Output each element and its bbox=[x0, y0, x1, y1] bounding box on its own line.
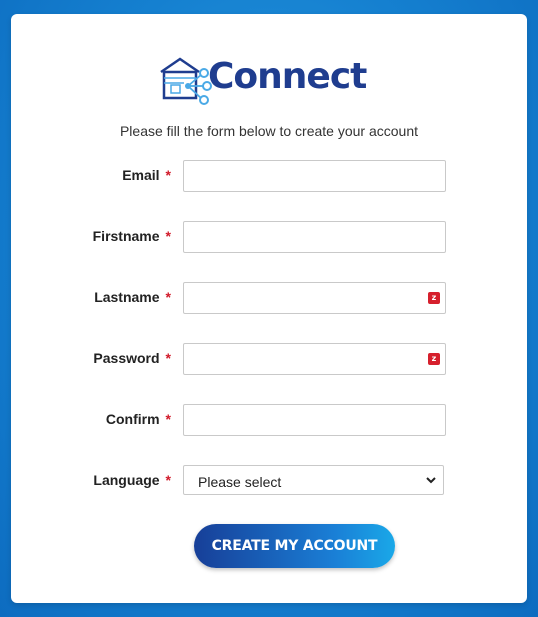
required-mark: * bbox=[165, 472, 171, 488]
firstname-row: Firstname * bbox=[11, 221, 527, 253]
email-label: Email * bbox=[122, 167, 171, 183]
language-selected-value: Please select bbox=[198, 474, 282, 490]
email-field[interactable] bbox=[183, 160, 446, 192]
brand-name: Connect bbox=[208, 56, 367, 97]
confirm-row: Confirm * bbox=[11, 404, 527, 436]
chevron-down-icon bbox=[426, 477, 436, 484]
password-field[interactable]: z bbox=[183, 343, 446, 375]
required-mark: * bbox=[165, 289, 171, 305]
required-mark: * bbox=[165, 350, 171, 366]
required-mark: * bbox=[165, 228, 171, 244]
intro-text: Please fill the form below to create you… bbox=[119, 123, 419, 139]
create-account-button[interactable]: CREATE MY ACCOUNT bbox=[194, 524, 395, 568]
password-label: Password * bbox=[93, 350, 171, 366]
language-select[interactable]: Please select bbox=[183, 465, 444, 495]
lastname-row: Lastname * z bbox=[11, 282, 527, 314]
confirm-label: Confirm * bbox=[105, 411, 171, 427]
required-mark: * bbox=[165, 167, 171, 183]
confirm-password-field[interactable] bbox=[183, 404, 446, 436]
language-label: Language * bbox=[93, 472, 171, 488]
firstname-field[interactable] bbox=[183, 221, 446, 253]
lastname-label: Lastname * bbox=[94, 289, 171, 305]
autofill-z-icon[interactable]: z bbox=[428, 292, 440, 304]
firstname-label: Firstname * bbox=[92, 228, 171, 244]
required-mark: * bbox=[165, 411, 171, 427]
password-row: Password * z bbox=[11, 343, 527, 375]
autofill-z-icon[interactable]: z bbox=[428, 353, 440, 365]
signup-card: Connect Please fill the form below to cr… bbox=[11, 14, 527, 603]
language-row: Language * Please select bbox=[11, 465, 527, 497]
email-row: Email * bbox=[11, 160, 527, 192]
lastname-field[interactable]: z bbox=[183, 282, 446, 314]
connect-logo: Connect bbox=[158, 50, 378, 112]
